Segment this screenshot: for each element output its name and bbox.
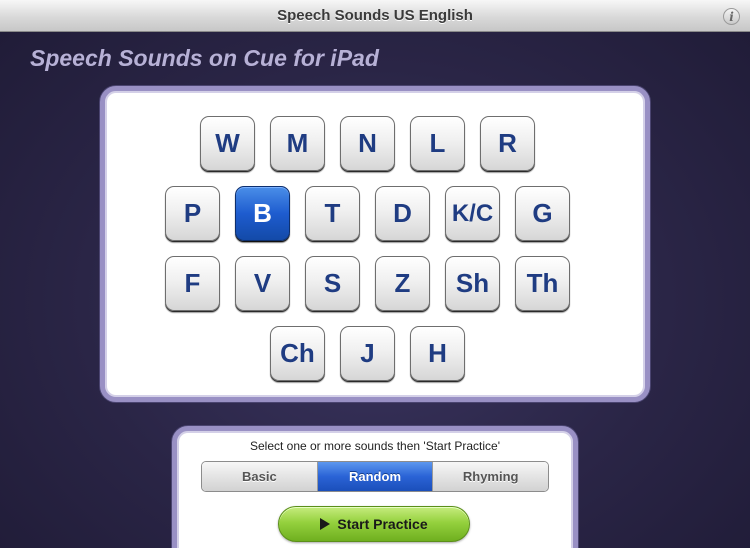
practice-control-panel: Select one or more sounds then 'Start Pr…	[172, 426, 578, 548]
letter-key-sh[interactable]: Sh	[445, 256, 500, 311]
letter-panel: W M N L R P B T D K/C G F V S Z Sh Th Ch…	[100, 86, 650, 402]
letter-key-m[interactable]: M	[270, 116, 325, 171]
start-practice-button[interactable]: Start Practice	[278, 506, 470, 542]
app-heading: Speech Sounds on Cue for iPad	[30, 45, 379, 71]
info-glyph: i	[729, 9, 734, 24]
letter-key-v[interactable]: V	[235, 256, 290, 311]
info-icon[interactable]: i	[723, 8, 740, 25]
instruction-text: Select one or more sounds then 'Start Pr…	[249, 439, 501, 453]
title-bar: Speech Sounds US English i	[0, 0, 750, 32]
letter-key-t[interactable]: T	[305, 186, 360, 241]
letter-key-h[interactable]: H	[410, 326, 465, 381]
start-practice-label: Start Practice	[337, 516, 428, 532]
mode-random[interactable]: Random	[317, 462, 434, 491]
letter-key-j[interactable]: J	[340, 326, 395, 381]
letter-key-l[interactable]: L	[410, 116, 465, 171]
letter-key-th[interactable]: Th	[515, 256, 570, 311]
letter-key-k-c[interactable]: K/C	[445, 186, 500, 241]
mode-rhyming[interactable]: Rhyming	[433, 462, 548, 491]
letter-key-s[interactable]: S	[305, 256, 360, 311]
letter-key-d[interactable]: D	[375, 186, 430, 241]
key-row-2: P B T D K/C G	[165, 186, 570, 241]
key-row-1: W M N L R	[200, 116, 535, 171]
letter-key-b[interactable]: B	[235, 186, 290, 241]
letter-key-z[interactable]: Z	[375, 256, 430, 311]
mode-segmented-control: Basic Random Rhyming	[201, 461, 549, 492]
key-row-3: F V S Z Sh Th	[165, 256, 570, 311]
letter-key-f[interactable]: F	[165, 256, 220, 311]
letter-key-n[interactable]: N	[340, 116, 395, 171]
play-icon	[320, 518, 331, 530]
letter-key-r[interactable]: R	[480, 116, 535, 171]
mode-basic[interactable]: Basic	[202, 462, 318, 491]
letter-key-p[interactable]: P	[165, 186, 220, 241]
window-title: Speech Sounds US English	[277, 7, 473, 24]
letter-key-g[interactable]: G	[515, 186, 570, 241]
key-row-4: Ch J H	[270, 326, 465, 381]
letter-key-ch[interactable]: Ch	[270, 326, 325, 381]
letter-key-w[interactable]: W	[200, 116, 255, 171]
